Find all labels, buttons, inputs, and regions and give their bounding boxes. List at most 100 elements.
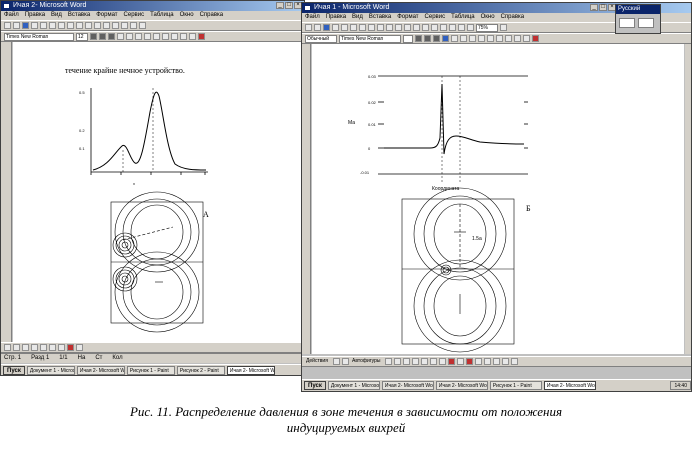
italic-icon[interactable] [99,33,106,40]
numbering-icon[interactable] [478,35,485,42]
shadow-icon[interactable] [502,358,509,365]
menu-tools[interactable]: Сервис [124,11,145,20]
underline-icon[interactable] [108,33,115,40]
fill-color-icon[interactable] [448,358,455,365]
left-title-bar[interactable]: Ичая 2- Microsoft Word _ □ × [1,1,304,11]
menu-edit[interactable]: Правка [25,11,45,20]
draw-menu-icon[interactable] [4,344,11,351]
bullets-icon[interactable] [162,33,169,40]
fill-color-icon[interactable] [67,344,74,351]
wordart-icon[interactable] [430,358,437,365]
maximize-button[interactable]: □ [285,2,293,9]
zoom-select[interactable]: 75% [476,23,498,32]
right-font-select[interactable]: Times New Roman [339,34,401,43]
save-icon[interactable] [323,24,330,31]
new-doc-icon[interactable] [305,24,312,31]
align-right-icon[interactable] [460,35,467,42]
menu-tools[interactable]: Сервис [425,13,446,22]
input-method-icon[interactable] [638,18,654,28]
maximize-button[interactable]: □ [599,4,607,11]
task-button[interactable]: Ичая 2- Microsoft Word [76,366,125,375]
left-font-size-select[interactable]: 12 [76,32,88,41]
spell-icon[interactable] [350,24,357,31]
menu-format[interactable]: Формат [397,13,418,22]
menu-insert[interactable]: Вставка [68,11,90,20]
align-left-icon[interactable] [117,33,124,40]
open-icon[interactable] [314,24,321,31]
justify-icon[interactable] [144,33,151,40]
align-center-icon[interactable] [451,35,458,42]
table-icon[interactable] [103,22,110,29]
preview-icon[interactable] [40,22,47,29]
clipart-icon[interactable] [439,358,446,365]
menu-view[interactable]: Вид [51,11,62,20]
autoshapes-menu[interactable]: Автофигуры [351,357,383,366]
print-icon[interactable] [332,24,339,31]
cut-icon[interactable] [359,24,366,31]
minimize-button[interactable]: _ [276,2,284,9]
system-clock[interactable]: 14:40 [670,381,691,390]
task-button[interactable]: Документ 1 - Microsoft Word [327,381,380,390]
border-icon[interactable] [189,33,196,40]
table-icon[interactable] [422,24,429,31]
undo-icon[interactable] [395,24,402,31]
textbox-icon[interactable] [58,344,65,351]
drawing-icon[interactable] [449,24,456,31]
right-scrollbar[interactable] [685,44,691,354]
start-button[interactable]: Пуск [304,381,326,390]
line-style-icon[interactable] [475,358,482,365]
copy-icon[interactable] [368,24,375,31]
preview-icon[interactable] [341,24,348,31]
open-icon[interactable] [13,22,20,29]
paste-icon[interactable] [76,22,83,29]
start-button[interactable]: Пуск [3,366,25,375]
outdent-icon[interactable] [171,33,178,40]
cut-icon[interactable] [58,22,65,29]
new-doc-icon[interactable] [4,22,11,29]
select-arrow-icon[interactable] [333,358,340,365]
menu-file[interactable]: Файл [4,11,19,20]
arrow-tool-icon[interactable] [31,344,38,351]
print-icon[interactable] [31,22,38,29]
arrow-style-icon[interactable] [493,358,500,365]
oval-tool-icon[interactable] [412,358,419,365]
dash-style-icon[interactable] [484,358,491,365]
underline-icon[interactable] [433,35,440,42]
rotate-icon[interactable] [342,358,349,365]
indent-icon[interactable] [180,33,187,40]
redo-icon[interactable] [94,22,101,29]
task-button-active[interactable]: Ичая 2- Microsoft Word [543,381,596,390]
menu-insert[interactable]: Вставка [369,13,391,22]
columns-icon[interactable] [440,24,447,31]
menu-edit[interactable]: Правка [326,13,346,22]
outdent-icon[interactable] [496,35,503,42]
oval-tool-icon[interactable] [49,344,56,351]
paste-icon[interactable] [377,24,384,31]
task-button[interactable]: Рисунок 1 - Paint [126,366,175,375]
font-color-icon[interactable] [198,33,205,40]
bullets-icon[interactable] [487,35,494,42]
menu-table[interactable]: Таблица [451,13,475,22]
task-button[interactable]: Ичая 2- Microsoft Word [381,381,434,390]
spell-icon[interactable] [49,22,56,29]
bold-icon[interactable] [90,33,97,40]
menu-table[interactable]: Таблица [150,11,174,20]
font-color-icon[interactable] [466,358,473,365]
style-select[interactable]: Обычный [305,34,337,43]
border-icon[interactable] [514,35,521,42]
select-arrow-icon[interactable] [13,344,20,351]
task-button[interactable]: Ичая 2- Microsoft Word [435,381,488,390]
menu-help[interactable]: Справка [200,11,224,20]
line-color-icon[interactable] [457,358,464,365]
show-marks-icon[interactable] [467,24,474,31]
hyperlink-icon[interactable] [413,24,420,31]
minimize-button[interactable]: _ [590,4,598,11]
3d-icon[interactable] [511,358,518,365]
menu-help[interactable]: Справка [501,13,525,22]
bold-icon[interactable] [415,35,422,42]
help-icon[interactable] [139,22,146,29]
redo-icon[interactable] [404,24,411,31]
format-painter-icon[interactable] [386,24,393,31]
line-tool-icon[interactable] [385,358,392,365]
task-button-active[interactable]: Ичая 2- Microsoft Word [226,366,275,375]
